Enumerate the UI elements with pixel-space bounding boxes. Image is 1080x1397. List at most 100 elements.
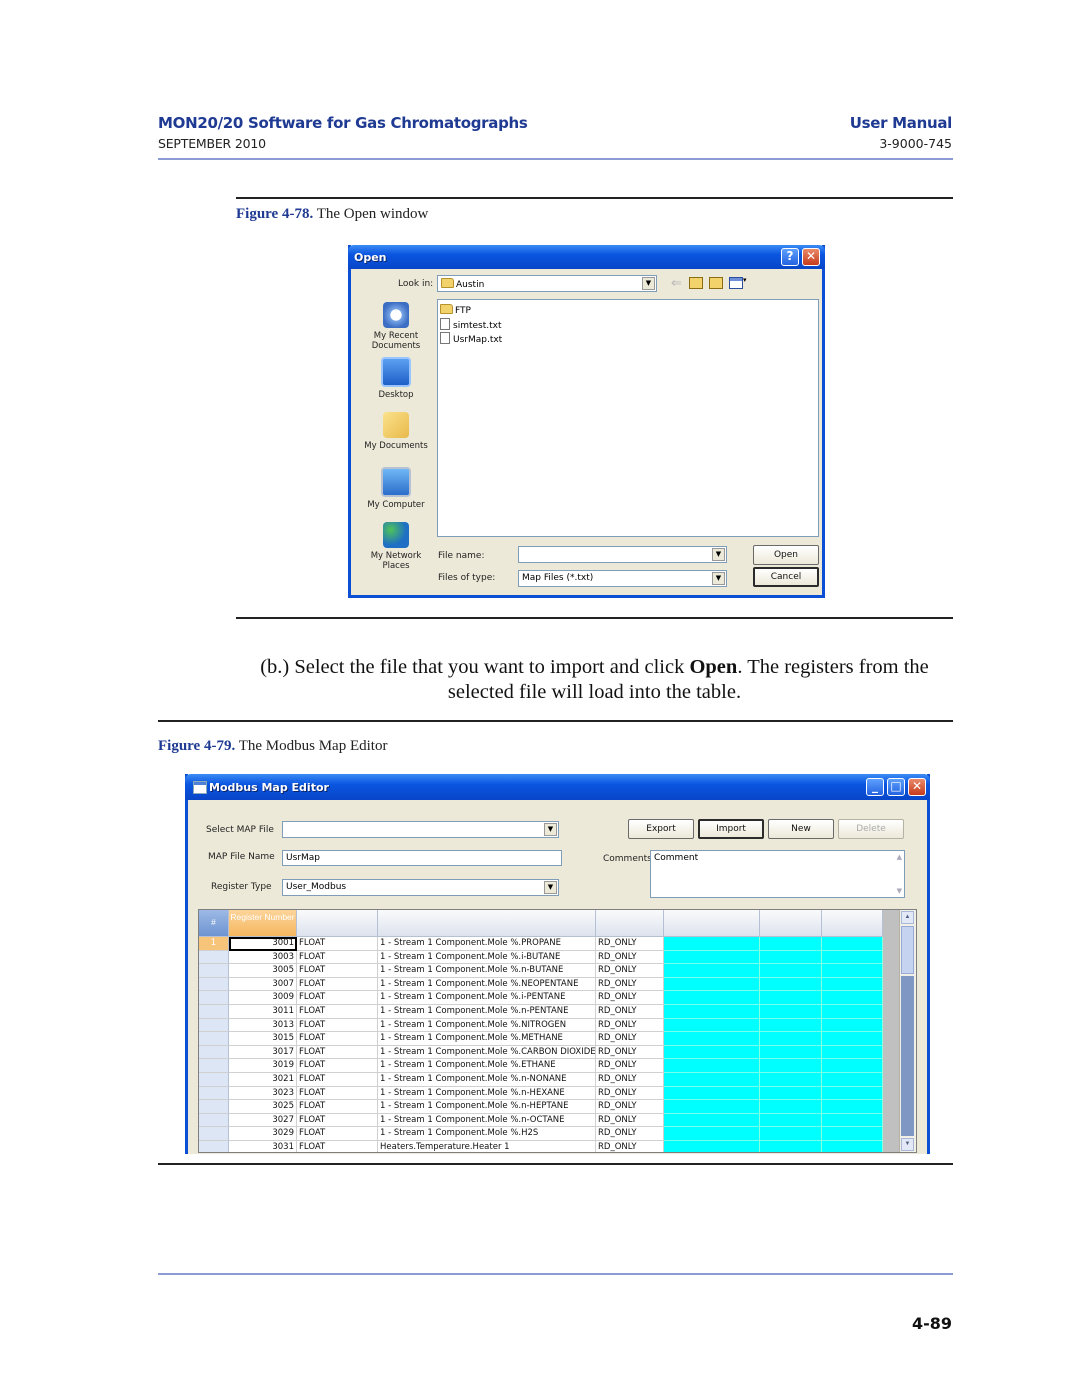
export-button[interactable]: Export [628,819,694,839]
scroll-track[interactable] [901,976,914,1136]
grid-cell[interactable] [822,1113,883,1128]
grid-cell[interactable] [822,1005,883,1019]
column-header[interactable] [664,910,760,937]
scroll-thumb[interactable] [901,926,914,974]
grid-cell-desc[interactable]: 1 - Stream 1 Component.Mole %.n-HEXANE [378,1086,596,1101]
table-row[interactable]: 3023 FLOAT 1 - Stream 1 Component.Mole %.n… [199,1086,883,1101]
column-header-register-number[interactable]: Register Number [229,910,297,937]
row-header[interactable] [199,1113,229,1128]
minimize-button[interactable]: _ [866,778,884,796]
table-row[interactable]: 3027 FLOAT 1 - Stream 1 Component.Mole %.n… [199,1113,883,1128]
chevron-down-icon[interactable]: ▼ [544,881,557,894]
column-header[interactable] [297,910,378,937]
row-header[interactable] [199,964,229,978]
scroll-down-icon[interactable]: ▼ [897,887,902,895]
chevron-down-icon[interactable]: ▼ [544,823,557,836]
file-item[interactable]: simtest.txt [440,318,502,331]
grid-cell[interactable] [822,1127,883,1141]
register-type-dropdown[interactable]: User_Modbus ▼ [282,879,559,896]
row-header[interactable] [199,1073,229,1087]
grid-cell-type[interactable]: FLOAT [297,1141,378,1152]
grid-cell-access[interactable]: RD_ONLY [596,1127,664,1141]
look-in-dropdown[interactable]: Austin ▼ [437,275,657,292]
select-map-file-dropdown[interactable]: ▼ [282,821,559,838]
place-network[interactable]: My Network Places [361,522,431,571]
scroll-up-icon[interactable]: ▲ [897,853,902,861]
grid-cell-reg[interactable]: 3003 [229,950,297,965]
file-item[interactable]: FTP [440,304,471,316]
import-button[interactable]: Import [698,819,764,839]
grid-cell-type[interactable]: FLOAT [297,1127,378,1141]
grid-cell[interactable] [664,1059,760,1073]
grid-cell[interactable] [822,1100,883,1114]
grid-cell[interactable] [760,1059,822,1073]
grid-cell-type[interactable]: FLOAT [297,1018,378,1033]
grid-cell[interactable] [822,937,883,951]
grid-cell-access[interactable]: RD_ONLY [596,1032,664,1046]
grid-cell[interactable] [822,1141,883,1152]
grid-cell[interactable] [760,964,822,978]
grid-cell-desc[interactable]: 1 - Stream 1 Component.Mole %.i-BUTANE [378,950,596,965]
row-header[interactable] [199,977,229,992]
grid-cell-desc[interactable]: 1 - Stream 1 Component.Mole %.i-PENTANE [378,991,596,1005]
grid-cell-access[interactable]: RD_ONLY [596,1059,664,1073]
grid-cell-type[interactable]: FLOAT [297,1086,378,1101]
grid-cell[interactable] [664,1018,760,1033]
column-header[interactable] [760,910,822,937]
grid-cell[interactable] [664,1113,760,1128]
grid-cell-access[interactable]: RD_ONLY [596,1100,664,1114]
grid-cell-desc[interactable]: 1 - Stream 1 Component.Mole %.NEOPENTANE [378,977,596,992]
grid-cell-type[interactable]: FLOAT [297,1113,378,1128]
grid-cell[interactable] [760,937,822,951]
new-folder-icon[interactable] [709,277,723,289]
grid-cell[interactable] [760,991,822,1005]
grid-cell-reg[interactable]: 3027 [229,1113,297,1128]
row-header[interactable] [199,1086,229,1101]
grid-cell-reg[interactable]: 3021 [229,1073,297,1087]
place-my-documents[interactable]: My Documents [361,412,431,451]
column-header[interactable] [596,910,664,937]
grid-cell[interactable] [664,1127,760,1141]
table-row[interactable]: 3019 FLOAT 1 - Stream 1 Component.Mole %.E… [199,1059,883,1073]
row-header[interactable]: 1 [199,937,229,951]
grid-cell-desc[interactable]: 1 - Stream 1 Component.Mole %.ETHANE [378,1059,596,1073]
row-header[interactable] [199,991,229,1005]
grid-cell-reg[interactable]: 3013 [229,1018,297,1033]
grid-cell-desc[interactable]: 1 - Stream 1 Component.Mole %.n-PENTANE [378,1005,596,1019]
grid-cell-reg[interactable]: 3007 [229,977,297,992]
grid-cell[interactable] [664,1086,760,1101]
row-header[interactable] [199,1100,229,1114]
grid-cell-access[interactable]: RD_ONLY [596,1018,664,1033]
comments-textarea[interactable]: Comment ▲ ▼ [650,850,905,898]
grid-cell-access[interactable]: RD_ONLY [596,977,664,992]
close-button[interactable]: ✕ [802,248,820,266]
table-row[interactable]: 3005 FLOAT 1 - Stream 1 Component.Mole %.n… [199,964,883,978]
chevron-down-icon[interactable]: ▼ [642,277,655,290]
grid-cell-desc[interactable]: 1 - Stream 1 Component.Mole %.H2S [378,1127,596,1141]
grid-cell[interactable] [664,1100,760,1114]
chevron-down-icon[interactable]: ▼ [712,572,725,585]
row-header[interactable] [199,1018,229,1033]
grid-cell[interactable] [822,1073,883,1087]
grid-cell-access[interactable]: RD_ONLY [596,1045,664,1060]
grid-cell-desc[interactable]: 1 - Stream 1 Component.Mole %.n-HEPTANE [378,1100,596,1114]
grid-cell[interactable] [664,1141,760,1152]
row-header[interactable] [199,1059,229,1073]
grid-cell-desc[interactable]: Heaters.Temperature.Heater 1 [378,1141,596,1152]
grid-cell[interactable] [822,1018,883,1033]
grid-cell[interactable] [664,964,760,978]
grid-cell[interactable] [760,1018,822,1033]
grid-cell-reg[interactable]: 3015 [229,1032,297,1046]
file-name-input[interactable]: ▼ [518,546,727,563]
view-menu-chevron-icon[interactable]: ▾ [743,276,747,284]
grid-cell-type[interactable]: FLOAT [297,1005,378,1019]
up-folder-icon[interactable] [689,277,703,289]
table-row[interactable]: 3025 FLOAT 1 - Stream 1 Component.Mole %.n… [199,1100,883,1114]
grid-cell-type[interactable]: FLOAT [297,950,378,965]
close-button[interactable]: ✕ [908,778,926,796]
row-header[interactable] [199,1045,229,1060]
grid-cell-reg[interactable]: 3017 [229,1045,297,1060]
grid-cell-reg[interactable]: 3031 [229,1141,297,1152]
file-type-dropdown[interactable]: Map Files (*.txt) ▼ [518,570,727,587]
grid-cell[interactable] [760,1086,822,1101]
